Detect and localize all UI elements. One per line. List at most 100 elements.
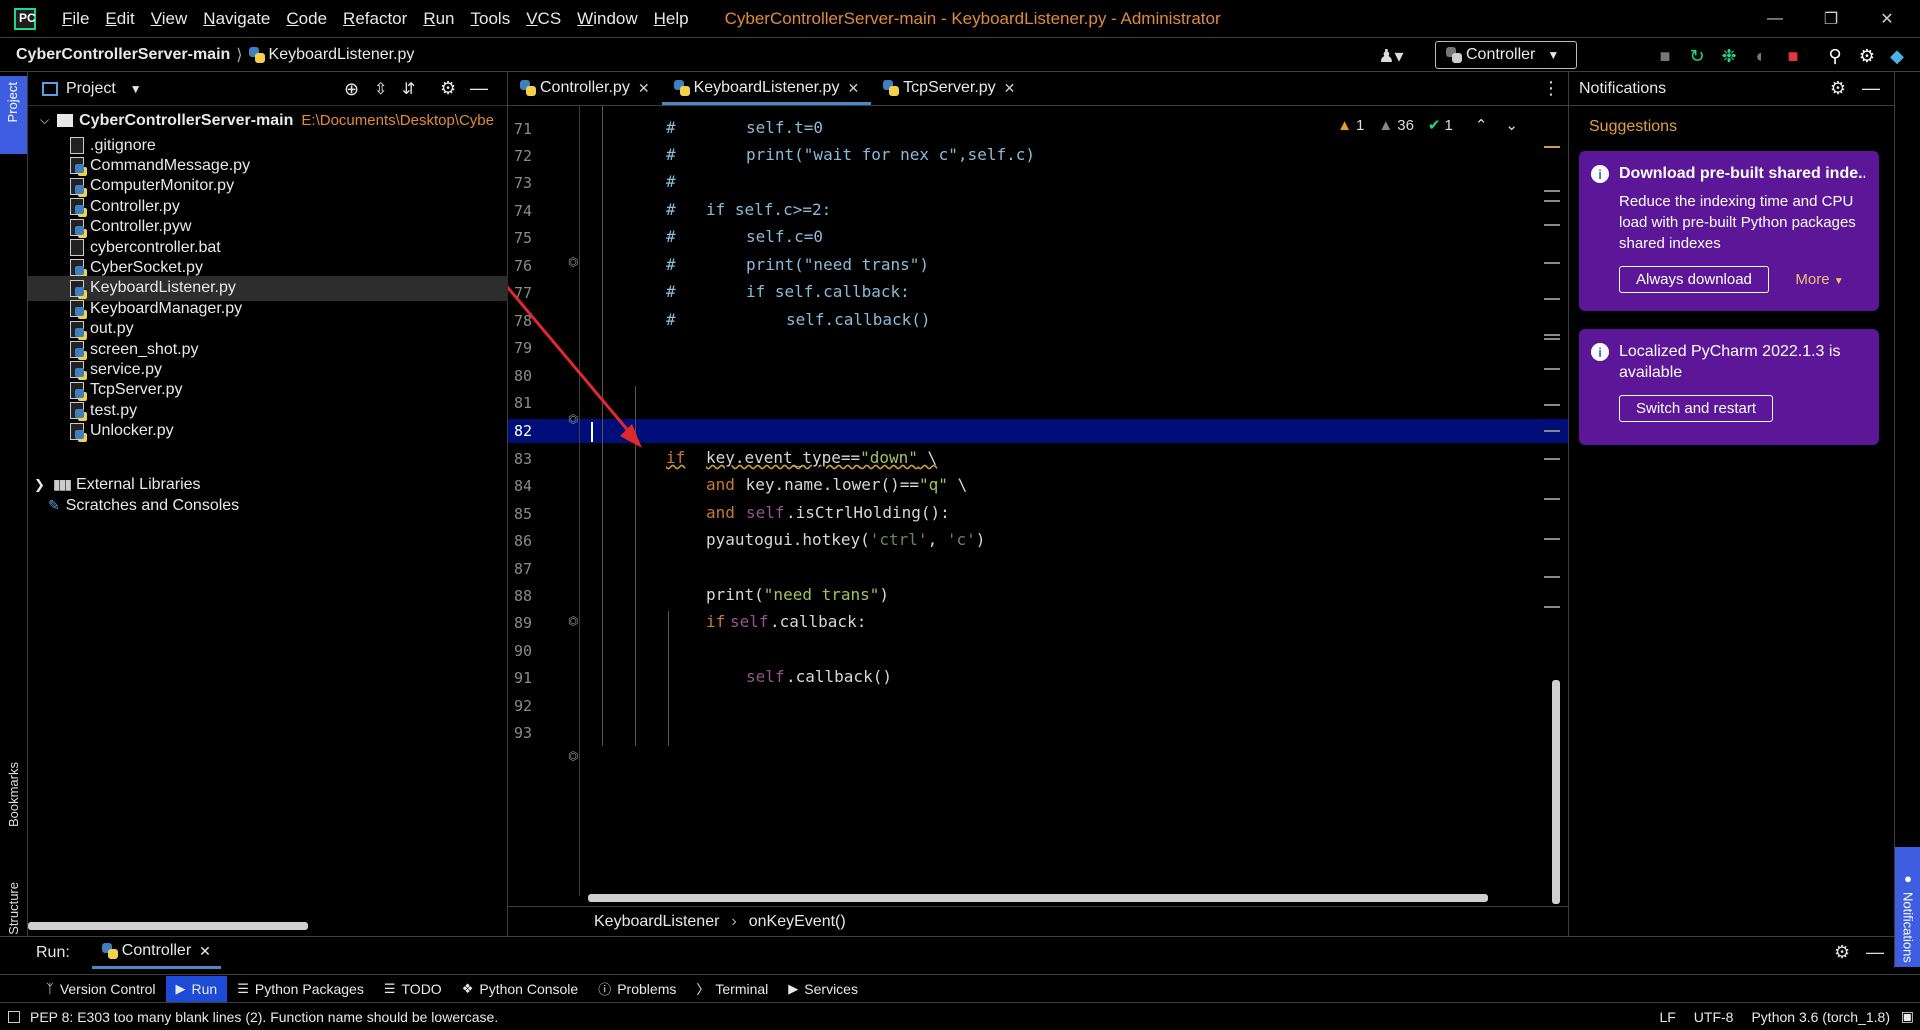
breadcrumb-class[interactable]: KeyboardListener xyxy=(594,913,719,931)
horizontal-scrollbar[interactable] xyxy=(588,894,1488,902)
menu-navigate[interactable]: Navigate xyxy=(195,9,278,29)
collapse-all-icon[interactable]: ⇵ xyxy=(402,79,415,99)
error-stripe-mark[interactable] xyxy=(1544,190,1560,192)
lock-icon[interactable]: ▣ xyxy=(1901,1008,1914,1025)
run-tab-controller[interactable]: Controller ✕ xyxy=(91,937,221,969)
hide-panel-icon[interactable]: — xyxy=(470,78,488,99)
menu-tools[interactable]: Tools xyxy=(463,9,519,29)
menu-file[interactable]: File xyxy=(54,9,97,29)
structure-tab[interactable]: Structure xyxy=(6,882,21,935)
more-options-icon[interactable]: ⋮ xyxy=(1542,78,1560,99)
error-stripe-mark[interactable] xyxy=(1544,498,1560,500)
error-stripe-mark[interactable] xyxy=(1544,298,1560,300)
gear-icon[interactable]: ⚙ xyxy=(440,78,456,99)
gear-icon[interactable]: ⚙ xyxy=(1834,942,1850,963)
menu-run[interactable]: Run xyxy=(415,9,462,29)
tool-run[interactable]: ▶ Run xyxy=(165,975,228,1002)
error-stripe-mark[interactable] xyxy=(1544,200,1560,202)
breadcrumb-method[interactable]: onKeyEvent() xyxy=(749,913,846,931)
minimize-icon[interactable]: — xyxy=(1752,0,1798,38)
inspection-widget[interactable]: ▲ 1 ▲ 36 ✔ 1 ⌃ ⌄ xyxy=(1337,116,1518,135)
switch-and-restart-button[interactable]: Switch and restart xyxy=(1619,395,1774,422)
tool-python-packages[interactable]: ☰ Python Packages xyxy=(227,976,374,1002)
error-stripe-mark[interactable] xyxy=(1544,146,1560,148)
always-download-button[interactable]: Always download xyxy=(1619,266,1769,293)
build-icon[interactable]: ■ xyxy=(1654,45,1676,67)
close-tab-icon[interactable]: ✕ xyxy=(847,80,859,97)
run-config-selector[interactable]: Controller ▼ xyxy=(1435,41,1577,69)
tool-version-control[interactable]: ᛉ Version Control xyxy=(36,976,166,1002)
tool-terminal[interactable]: 〉 Terminal xyxy=(686,976,778,1002)
error-stripe-mark[interactable] xyxy=(1544,606,1560,608)
notifications-tool-tab[interactable]: ● Notifications xyxy=(1895,847,1920,967)
error-stripe-mark[interactable] xyxy=(1544,538,1560,540)
locate-file-icon[interactable]: ⊕ xyxy=(344,79,359,100)
error-stripe-mark[interactable] xyxy=(1544,458,1560,460)
tab-tcpserver[interactable]: TcpServer.py ✕ xyxy=(871,71,1027,105)
toggle-tool-windows-icon[interactable] xyxy=(8,1010,20,1023)
close-tab-icon[interactable]: ✕ xyxy=(199,943,211,960)
menu-vcs[interactable]: VCS xyxy=(518,9,569,29)
project-panel-title[interactable]: Project xyxy=(66,80,116,98)
hide-panel-icon[interactable]: — xyxy=(1866,942,1884,963)
fold-icon[interactable]: ⏣ xyxy=(568,749,578,763)
breadcrumb-file[interactable]: KeyboardListener.py xyxy=(269,46,415,64)
tree-root[interactable]: ⌵ CyberControllerServer-main E:\Document… xyxy=(28,108,508,133)
error-stripe-mark[interactable] xyxy=(1544,334,1560,336)
expand-all-icon[interactable]: ⇳ xyxy=(374,79,387,99)
horizontal-scrollbar[interactable] xyxy=(28,922,308,930)
vertical-scrollbar[interactable] xyxy=(1552,680,1560,904)
error-stripe-mark[interactable] xyxy=(1544,404,1560,406)
close-tab-icon[interactable]: ✕ xyxy=(1004,80,1016,97)
tool-python-console[interactable]: ❖ Python Console xyxy=(452,976,589,1002)
menu-window[interactable]: Window xyxy=(569,9,645,29)
debug-bug-icon[interactable]: ❉ xyxy=(1718,45,1740,67)
project-tool-tab[interactable]: Project xyxy=(0,76,27,154)
menu-edit[interactable]: Edit xyxy=(97,9,142,29)
error-stripe-mark[interactable] xyxy=(1544,224,1560,226)
error-stripe-mark[interactable] xyxy=(1544,430,1560,432)
menu-view[interactable]: View xyxy=(143,9,196,29)
gear-icon[interactable]: ⚙ xyxy=(1856,45,1878,67)
stop-icon[interactable]: ■ xyxy=(1782,45,1804,67)
gear-icon[interactable]: ⚙ xyxy=(1830,78,1846,99)
breadcrumb-project[interactable]: CyberControllerServer-main xyxy=(16,46,230,64)
coverage-icon[interactable]: ◐ xyxy=(1750,45,1772,67)
tree-file-item[interactable]: Unlocker.py xyxy=(28,419,508,444)
menu-refactor[interactable]: Refactor xyxy=(335,9,415,29)
weak-warning-count: 36 xyxy=(1397,116,1414,134)
search-icon[interactable]: ⚲ xyxy=(1824,45,1846,67)
error-stripe-mark[interactable] xyxy=(1544,262,1560,264)
encoding-widget[interactable]: UTF-8 xyxy=(1694,1009,1734,1025)
interpreter-widget[interactable]: Python 3.6 (torch_1.8) xyxy=(1751,1009,1890,1025)
fold-icon[interactable]: ⏣ xyxy=(568,614,578,628)
more-link[interactable]: More ▼ xyxy=(1795,271,1843,288)
code-editor[interactable]: 71 72 73 74 75 76 77 78 79 80 81 82 83 84 85 86 87 88 89 90… xyxy=(508,106,1568,906)
chevron-down-icon[interactable]: ⌵ xyxy=(40,113,49,128)
user-icon[interactable]: ♟▾ xyxy=(1378,45,1403,67)
line-separator-widget[interactable]: LF xyxy=(1659,1009,1675,1025)
tab-controller[interactable]: Controller.py ✕ xyxy=(508,71,662,105)
error-stripe-mark[interactable] xyxy=(1544,368,1560,370)
rerun-icon[interactable]: ↻ xyxy=(1686,45,1708,67)
dropdown-arrow-icon[interactable]: ▼ xyxy=(130,82,142,96)
close-window-icon[interactable]: ✕ xyxy=(1864,0,1910,38)
menu-help[interactable]: Help xyxy=(646,9,697,29)
jetbrains-toolbox-icon[interactable]: ◆ xyxy=(1886,45,1908,67)
error-stripe-mark[interactable] xyxy=(1544,576,1560,578)
close-tab-icon[interactable]: ✕ xyxy=(638,80,650,97)
tree-scratches[interactable]: ✎ Scratches and Consoles xyxy=(28,493,508,518)
chevron-down-icon[interactable]: ⌄ xyxy=(1505,116,1518,134)
pycharm-logo-icon[interactable]: PC xyxy=(14,7,36,30)
bookmarks-tab[interactable]: Bookmarks xyxy=(6,762,21,827)
tab-keyboardlistener[interactable]: KeyboardListener.py ✕ xyxy=(661,71,872,105)
menu-code[interactable]: Code xyxy=(278,9,335,29)
chevron-right-icon[interactable]: ❯ xyxy=(34,477,45,493)
tool-todo[interactable]: ☰ TODO xyxy=(374,976,452,1002)
tool-problems[interactable]: ⓘ Problems xyxy=(588,976,686,1002)
error-stripe-mark[interactable] xyxy=(1544,338,1560,340)
restore-icon[interactable]: ❐ xyxy=(1808,0,1854,38)
tool-services[interactable]: ▶ Services xyxy=(778,976,868,1002)
chevron-up-icon[interactable]: ⌃ xyxy=(1475,116,1488,134)
hide-panel-icon[interactable]: — xyxy=(1862,78,1880,99)
